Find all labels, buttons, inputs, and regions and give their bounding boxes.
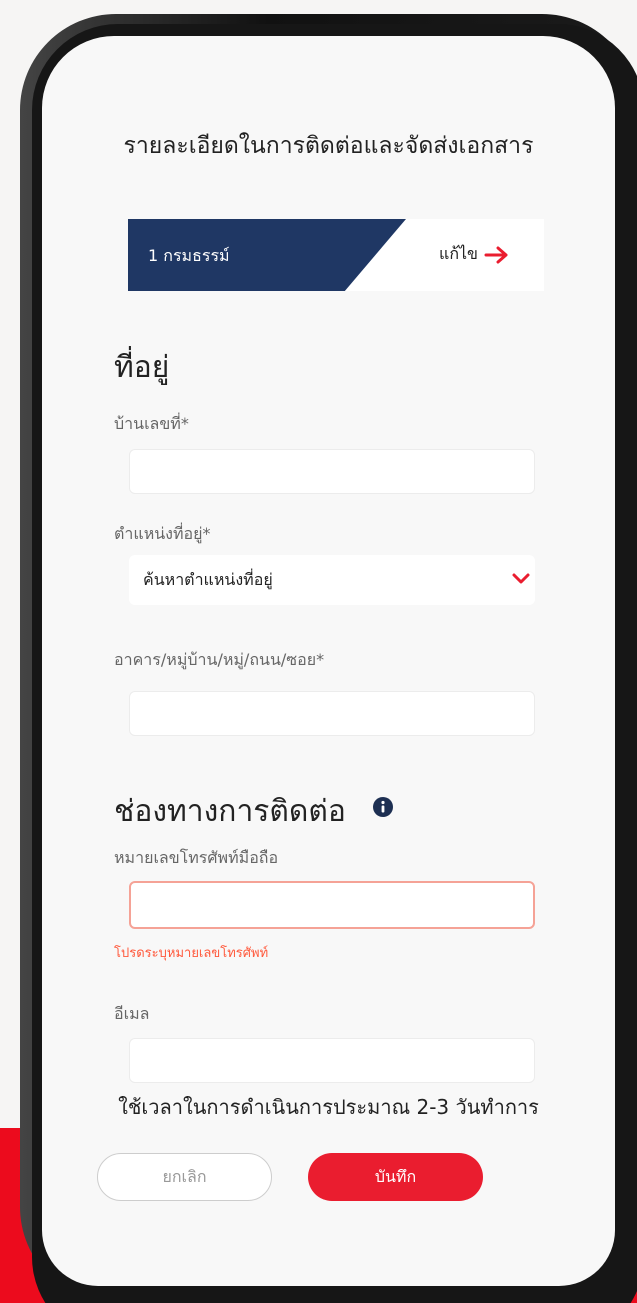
location-select[interactable]: ค้นหาตำแหน่งที่อยู่ xyxy=(129,555,535,605)
save-button-label: บันทึก xyxy=(374,1166,417,1186)
cancel-button[interactable]: ยกเลิก xyxy=(97,1153,272,1201)
mobile-error-message: โปรดระบุหมายเลขโทรศัพท์ xyxy=(114,946,269,961)
street-input[interactable] xyxy=(129,691,535,736)
page: รายละเอียดในการติดต่อและจัดส่งเอกสาร 1 ก… xyxy=(0,0,637,1303)
house-number-input[interactable] xyxy=(129,449,535,494)
contact-section-title-text: ช่องทางการติดต่อ xyxy=(114,794,346,829)
contact-section-title: ช่องทางการติดต่อ xyxy=(114,788,394,835)
tab-policy-label: 1 กรมธรรม์ xyxy=(148,246,230,265)
cancel-button-label: ยกเลิก xyxy=(162,1166,207,1186)
mobile-input[interactable] xyxy=(129,881,535,929)
mobile-label: หมายเลขโทรศัพท์มือถือ xyxy=(114,848,279,867)
page-title: รายละเอียดในการติดต่อและจัดส่งเอกสาร xyxy=(123,133,534,159)
edit-button-label: แก้ไข xyxy=(439,244,478,263)
phone-screen: รายละเอียดในการติดต่อและจัดส่งเอกสาร 1 ก… xyxy=(42,36,615,1286)
chevron-down-icon xyxy=(511,571,531,590)
location-label: ตำแหน่งที่อยู่* xyxy=(114,524,211,543)
edit-button[interactable]: แก้ไข xyxy=(439,242,510,267)
location-select-value: ค้นหาตำแหน่งที่อยู่ xyxy=(143,569,273,589)
house-number-label: บ้านเลขที่* xyxy=(114,414,189,433)
policy-tab-bar: 1 กรมธรรม์ แก้ไข xyxy=(128,219,544,291)
processing-note: ใช้เวลาในการดำเนินการประมาณ 2-3 วันทำการ xyxy=(118,1095,539,1119)
save-button[interactable]: บันทึก xyxy=(308,1153,483,1201)
street-label: อาคาร/หมู่บ้าน/หมู่/ถนน/ซอย* xyxy=(114,650,325,669)
info-icon[interactable] xyxy=(373,797,394,817)
email-input[interactable] xyxy=(129,1038,535,1083)
email-label: อีเมล xyxy=(114,1004,150,1023)
address-section-title: ที่อยู่ xyxy=(114,350,170,385)
arrow-right-icon xyxy=(484,245,510,265)
